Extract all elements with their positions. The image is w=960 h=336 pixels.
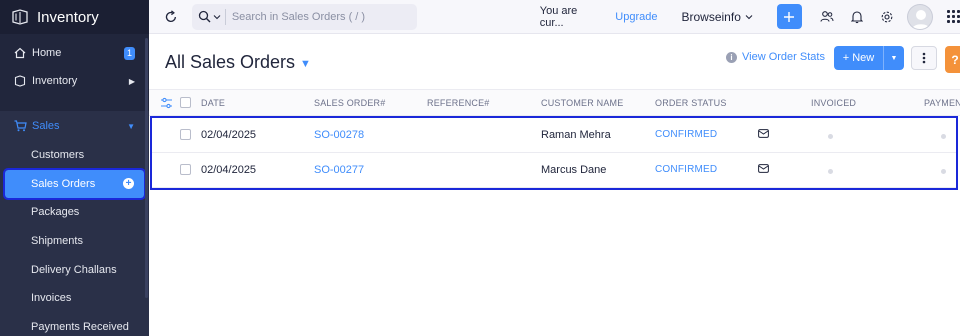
row-checkbox[interactable] <box>180 164 191 175</box>
chevron-down-icon: ▼ <box>300 58 311 70</box>
cell-customer-name: Raman Mehra <box>541 129 611 141</box>
refresh-icon[interactable] <box>164 9 178 24</box>
cell-order-status: CONFIRMED <box>655 129 718 140</box>
column-header-reference[interactable]: REFERENCE# <box>427 98 490 108</box>
sidebar-item-label: Home <box>32 47 62 59</box>
gear-icon[interactable] <box>880 10 894 24</box>
caret-right-icon: ▶ <box>128 76 135 86</box>
org-switcher[interactable]: Browseinfo <box>682 10 753 24</box>
payment-status-dot <box>941 134 946 139</box>
view-order-stats-link[interactable]: i View Order Stats <box>726 51 825 63</box>
users-icon[interactable] <box>819 10 834 24</box>
cell-sales-order-link[interactable]: SO-00277 <box>314 164 364 176</box>
more-options-button[interactable] <box>911 46 937 70</box>
avatar[interactable] <box>907 3 934 30</box>
quick-create-button[interactable] <box>776 4 802 29</box>
cell-customer-name: Marcus Dane <box>541 164 607 176</box>
row-checkbox[interactable] <box>180 129 191 140</box>
sidebar-item-label: Inventory <box>32 75 78 87</box>
divider <box>224 8 226 25</box>
cell-sales-order-link[interactable]: SO-00278 <box>314 129 364 141</box>
column-header-date[interactable]: DATE <box>201 98 225 108</box>
email-icon[interactable] <box>758 129 769 138</box>
cart-icon <box>13 119 27 133</box>
column-header-customer-name[interactable]: CUSTOMER NAME <box>541 98 623 108</box>
app-launcher-icon[interactable] <box>947 10 960 23</box>
cell-order-status: CONFIRMED <box>655 164 718 175</box>
sidebar: Inventory Home 1 Inventory ▶ Sales ▼ Cus… <box>0 0 149 336</box>
page-title: All Sales Orders <box>165 52 296 72</box>
caret-down-icon: ▼ <box>127 121 135 131</box>
cell-date: 02/04/2025 <box>201 129 257 141</box>
notification-badge: 1 <box>124 46 135 60</box>
sidebar-scrollbar[interactable] <box>145 38 148 298</box>
info-icon: i <box>726 51 737 63</box>
chevron-down-icon[interactable] <box>213 14 221 20</box>
org-name: Browseinfo <box>681 9 741 24</box>
top-bar: You are cur... Upgrade Browseinfo <box>149 0 960 34</box>
sidebar-item-delivery-challans[interactable]: Delivery Challans <box>0 255 149 284</box>
add-sales-order-icon[interactable]: + <box>123 178 134 190</box>
caret-down-icon[interactable]: ▼ <box>884 55 904 62</box>
column-settings-icon[interactable] <box>160 97 173 109</box>
user-avatar-icon <box>912 9 931 29</box>
home-icon <box>13 46 27 60</box>
sidebar-item-home[interactable]: Home 1 <box>0 39 149 67</box>
trial-status-text: You are cur... <box>539 4 578 29</box>
sidebar-item-customers[interactable]: Customers <box>0 141 149 170</box>
inventory-icon <box>13 74 27 88</box>
sidebar-item-packages[interactable]: Packages <box>0 198 149 227</box>
table-body: 02/04/2025 SO-00278 Raman Mehra CONFIRME… <box>150 116 958 190</box>
view-selector[interactable]: All Sales Orders ▼ <box>165 52 311 73</box>
sidebar-item-payments-received[interactable]: Payments Received <box>0 313 149 336</box>
search-input[interactable] <box>231 10 392 23</box>
sidebar-item-label: Sales <box>32 120 60 132</box>
app-brand[interactable]: Inventory <box>0 0 149 34</box>
column-header-invoiced[interactable]: INVOICED <box>811 98 856 108</box>
invoiced-status-dot <box>828 169 833 174</box>
global-search[interactable] <box>191 3 417 30</box>
column-header-sales-order[interactable]: SALES ORDER# <box>314 98 385 108</box>
sidebar-item-label: Sales Orders <box>31 177 96 190</box>
table-header: DATE SALES ORDER# REFERENCE# CUSTOMER NA… <box>149 89 960 116</box>
invoiced-status-dot <box>828 134 833 139</box>
app-title: Inventory <box>37 8 99 26</box>
email-icon[interactable] <box>758 164 769 173</box>
column-header-payment[interactable]: PAYMEN <box>924 98 960 108</box>
new-button[interactable]: + New ▼ <box>834 46 904 70</box>
sidebar-section-sales: Sales ▼ Customers Sales Orders + Package… <box>0 111 149 336</box>
sidebar-item-inventory[interactable]: Inventory ▶ <box>0 67 149 95</box>
kebab-menu-icon <box>922 52 926 64</box>
new-button-label[interactable]: + New <box>834 46 884 70</box>
sidebar-item-sales-orders[interactable]: Sales Orders + <box>3 167 146 201</box>
table-row[interactable]: 02/04/2025 SO-00278 Raman Mehra CONFIRME… <box>152 118 956 153</box>
cell-date: 02/04/2025 <box>201 164 257 176</box>
chevron-down-icon <box>745 14 753 19</box>
main-content: All Sales Orders ▼ i View Order Stats + … <box>149 35 960 336</box>
help-button[interactable]: ? <box>945 46 960 73</box>
search-icon <box>198 10 211 23</box>
select-all-checkbox[interactable] <box>180 97 191 108</box>
upgrade-link[interactable]: Upgrade <box>615 11 657 23</box>
inventory-logo-icon <box>12 9 28 25</box>
sidebar-item-shipments[interactable]: Shipments <box>0 227 149 256</box>
plus-icon <box>784 11 795 22</box>
sidebar-item-invoices[interactable]: Invoices <box>0 284 149 313</box>
payment-status-dot <box>941 169 946 174</box>
view-order-stats-label: View Order Stats <box>742 51 825 63</box>
sidebar-item-sales[interactable]: Sales ▼ <box>0 111 149 141</box>
table-row[interactable]: 02/04/2025 SO-00277 Marcus Dane CONFIRME… <box>152 153 956 188</box>
column-header-order-status[interactable]: ORDER STATUS <box>655 98 727 108</box>
bell-icon[interactable] <box>851 10 865 24</box>
